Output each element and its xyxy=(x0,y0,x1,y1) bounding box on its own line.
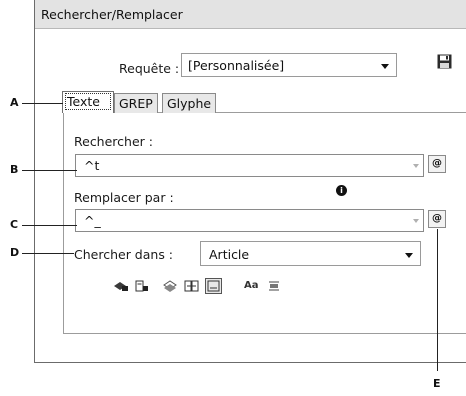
search-in-dropdown[interactable]: Article xyxy=(200,241,421,266)
callout-b: B xyxy=(10,163,19,176)
replace-label: Remplacer par : xyxy=(74,190,174,205)
find-history-chevron-icon[interactable] xyxy=(413,164,419,168)
tab-label: GREP xyxy=(119,96,153,111)
replace-special-chars-button[interactable]: @ xyxy=(428,210,446,228)
find-label: Rechercher : xyxy=(74,134,153,149)
info-icon[interactable]: i xyxy=(336,185,347,196)
callout-d-line xyxy=(22,253,74,254)
search-in-label: Chercher dans : xyxy=(74,247,174,262)
find-input[interactable]: ^t xyxy=(75,154,424,177)
callout-b-line xyxy=(22,170,77,171)
search-in-value: Article xyxy=(209,247,250,262)
include-locked-stories-icon[interactable] xyxy=(135,280,149,295)
tab-focus-ring xyxy=(65,93,111,110)
callout-e: E xyxy=(433,377,441,390)
query-value: [Personnalisée] xyxy=(188,58,285,73)
at-icon: @ xyxy=(432,213,442,224)
find-value: ^t xyxy=(84,158,100,173)
include-locked-layers-icon[interactable] xyxy=(113,280,129,295)
case-sensitive-icon[interactable]: Aa xyxy=(244,280,259,291)
include-hidden-layers-icon[interactable] xyxy=(163,280,178,295)
tab-grep[interactable]: GREP xyxy=(114,93,158,113)
tab-label: Glyphe xyxy=(167,96,212,111)
chevron-down-icon xyxy=(381,64,389,69)
dialog-title: Rechercher/Remplacer xyxy=(41,7,183,22)
callout-e-line xyxy=(437,229,438,371)
include-master-pages-icon[interactable] xyxy=(184,280,200,295)
callout-d: D xyxy=(10,246,20,259)
query-dropdown[interactable]: [Personnalisée] xyxy=(181,53,397,77)
callout-a: A xyxy=(10,96,19,109)
callout-c: C xyxy=(10,218,19,231)
include-footnotes-icon[interactable] xyxy=(205,278,222,294)
whole-word-icon[interactable] xyxy=(268,280,280,295)
at-icon: @ xyxy=(432,158,442,169)
save-query-icon[interactable] xyxy=(437,54,452,69)
replace-history-chevron-icon[interactable] xyxy=(413,219,419,223)
chevron-down-icon xyxy=(405,253,413,258)
replace-input[interactable]: ^_ xyxy=(75,209,424,232)
tab-glyphe[interactable]: Glyphe xyxy=(162,93,216,113)
callout-a-line xyxy=(22,103,63,104)
query-label: Requête : xyxy=(119,61,180,76)
replace-value: ^_ xyxy=(84,213,101,228)
find-special-chars-button[interactable]: @ xyxy=(428,155,446,173)
callout-c-line xyxy=(22,225,77,226)
